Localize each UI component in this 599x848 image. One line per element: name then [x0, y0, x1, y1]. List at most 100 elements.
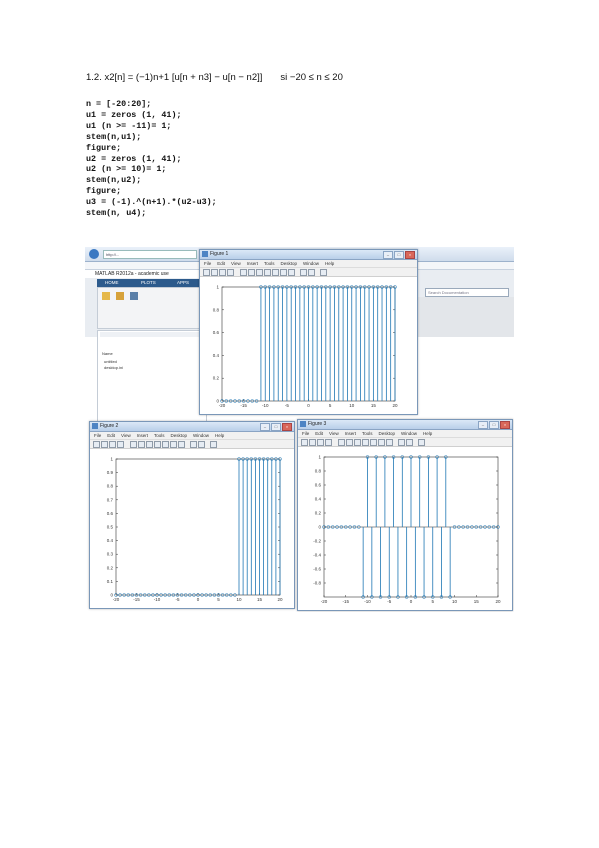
figure-3-chart: -0.8 -0.6 -0.4 -0.2 0 0.2 0.4 0.6 0.8 1 -20 -15 -10 -… — [313, 455, 501, 605]
rotate-icon[interactable] — [162, 441, 169, 448]
zoom-out-icon[interactable] — [146, 441, 153, 448]
colorbar-icon[interactable] — [398, 439, 405, 446]
pan-icon[interactable] — [264, 269, 271, 276]
new-figure-icon[interactable] — [203, 269, 210, 276]
colorbar-icon[interactable] — [300, 269, 307, 276]
menu-desktop[interactable]: Desktop — [281, 261, 298, 266]
folder-item[interactable]: untitled — [104, 359, 117, 364]
back-icon[interactable] — [89, 249, 99, 259]
brush-icon[interactable] — [386, 439, 393, 446]
menu-desktop[interactable]: Desktop — [379, 431, 396, 436]
save-icon[interactable] — [219, 269, 226, 276]
open-file-icon[interactable] — [101, 441, 108, 448]
zoom-out-icon[interactable] — [256, 269, 263, 276]
minimize-button[interactable]: – — [383, 251, 393, 259]
new-figure-icon[interactable] — [301, 439, 308, 446]
minimize-button[interactable]: – — [260, 423, 270, 431]
folder-header: Name — [102, 351, 113, 356]
menu-file[interactable]: File — [302, 431, 309, 436]
data-cursor-icon[interactable] — [280, 269, 287, 276]
figure-3-titlebar: Figure 3 – □ × — [298, 420, 512, 430]
menu-edit[interactable]: Edit — [107, 433, 115, 438]
menu-help[interactable]: Help — [325, 261, 334, 266]
menu-view[interactable]: View — [231, 261, 241, 266]
pointer-icon[interactable] — [130, 441, 137, 448]
menu-edit[interactable]: Edit — [217, 261, 225, 266]
open-icon[interactable] — [116, 292, 124, 300]
tab-home[interactable]: HOME — [105, 280, 119, 285]
open-file-icon[interactable] — [309, 439, 316, 446]
menu-file[interactable]: File — [204, 261, 211, 266]
close-button[interactable]: × — [500, 421, 510, 429]
figure-icon — [92, 423, 98, 429]
zoom-in-icon[interactable] — [248, 269, 255, 276]
close-button[interactable]: × — [282, 423, 292, 431]
x-tick-label: 15 — [371, 403, 377, 408]
maximize-button[interactable]: □ — [271, 423, 281, 431]
menu-window[interactable]: Window — [193, 433, 209, 438]
address-field[interactable]: http://... — [103, 250, 197, 259]
menu-file[interactable]: File — [94, 433, 101, 438]
pan-icon[interactable] — [154, 441, 161, 448]
code-line: figure; — [86, 142, 122, 153]
minimize-button[interactable]: – — [478, 421, 488, 429]
print-icon[interactable] — [325, 439, 332, 446]
rotate-icon[interactable] — [370, 439, 377, 446]
zoom-out-icon[interactable] — [354, 439, 361, 446]
plot-tools-icon[interactable] — [210, 441, 217, 448]
maximize-button[interactable]: □ — [489, 421, 499, 429]
brush-icon[interactable] — [288, 269, 295, 276]
rotate-icon[interactable] — [272, 269, 279, 276]
tab-plots[interactable]: PLOTS — [141, 280, 156, 285]
screenshot-collage: http://... MATLAB R2012a - academic use … — [85, 247, 514, 612]
save-icon[interactable] — [109, 441, 116, 448]
exercise-heading: 1.2. x2[n] = (−1)n+1 [u[n + n3] − u[n − … — [86, 72, 343, 83]
plot-tools-icon[interactable] — [418, 439, 425, 446]
menu-help[interactable]: Help — [215, 433, 224, 438]
folder-item[interactable]: desktop.ini — [104, 365, 123, 370]
figure-1-plot: 0 0.2 0.4 0.6 0.8 1 -20 -15 -10 -5 0 5 10 15 20 — [200, 277, 417, 413]
new-figure-icon[interactable] — [93, 441, 100, 448]
legend-icon[interactable] — [198, 441, 205, 448]
menu-tools[interactable]: Tools — [264, 261, 275, 266]
menu-desktop[interactable]: Desktop — [171, 433, 188, 438]
tab-apps[interactable]: APPS — [177, 280, 189, 285]
pointer-icon[interactable] — [338, 439, 345, 446]
colorbar-icon[interactable] — [190, 441, 197, 448]
data-cursor-icon[interactable] — [170, 441, 177, 448]
y-tick-label: 0.6 — [107, 511, 114, 516]
search-documentation[interactable]: Search Documentation — [425, 288, 509, 297]
new-script-icon[interactable] — [102, 292, 110, 300]
menu-insert[interactable]: Insert — [137, 433, 148, 438]
plot-tools-icon[interactable] — [320, 269, 327, 276]
save-icon[interactable] — [317, 439, 324, 446]
zoom-in-icon[interactable] — [346, 439, 353, 446]
x-tick-label: 15 — [474, 599, 480, 604]
menu-tools[interactable]: Tools — [154, 433, 165, 438]
x-tick-label: 20 — [392, 403, 398, 408]
menu-help[interactable]: Help — [423, 431, 432, 436]
legend-icon[interactable] — [308, 269, 315, 276]
menu-tools[interactable]: Tools — [362, 431, 373, 436]
brush-icon[interactable] — [178, 441, 185, 448]
print-icon[interactable] — [227, 269, 234, 276]
menu-window[interactable]: Window — [401, 431, 417, 436]
menu-insert[interactable]: Insert — [345, 431, 356, 436]
open-file-icon[interactable] — [211, 269, 218, 276]
menu-view[interactable]: View — [329, 431, 339, 436]
x-tick-label: 5 — [217, 597, 220, 602]
pointer-icon[interactable] — [240, 269, 247, 276]
figure-icon — [202, 251, 208, 257]
data-cursor-icon[interactable] — [378, 439, 385, 446]
menu-window[interactable]: Window — [303, 261, 319, 266]
print-icon[interactable] — [117, 441, 124, 448]
pan-icon[interactable] — [362, 439, 369, 446]
close-button[interactable]: × — [405, 251, 415, 259]
maximize-button[interactable]: □ — [394, 251, 404, 259]
zoom-in-icon[interactable] — [138, 441, 145, 448]
menu-insert[interactable]: Insert — [247, 261, 258, 266]
menu-edit[interactable]: Edit — [315, 431, 323, 436]
save-icon[interactable] — [130, 292, 138, 300]
legend-icon[interactable] — [406, 439, 413, 446]
menu-view[interactable]: View — [121, 433, 131, 438]
